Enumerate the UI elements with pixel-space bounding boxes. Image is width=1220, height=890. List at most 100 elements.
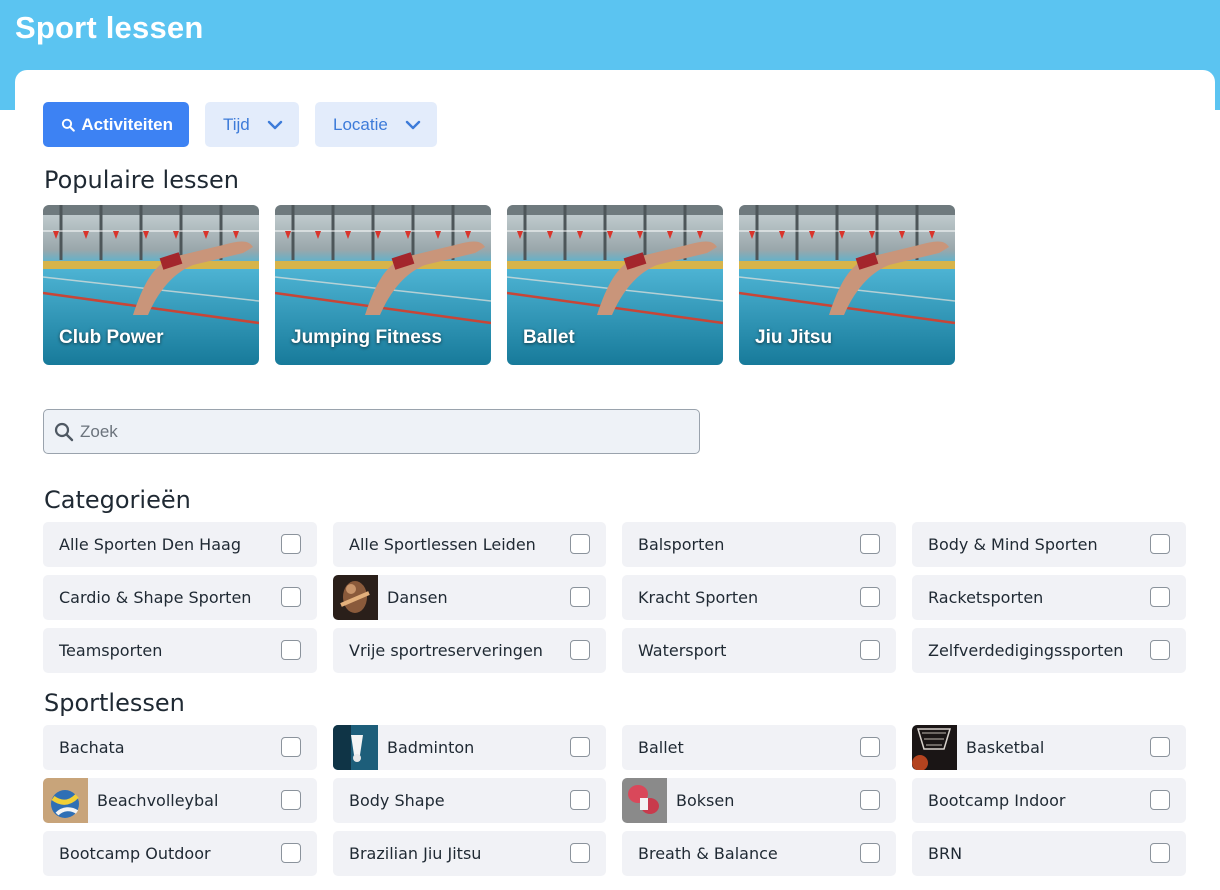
search-icon <box>61 118 75 132</box>
category-label: Alle Sportlessen Leiden <box>349 535 536 554</box>
category-label: Vrije sportreserveringen <box>349 641 543 660</box>
category-item[interactable]: Body & Mind Sporten <box>912 522 1186 567</box>
lesson-item[interactable]: Bootcamp Indoor <box>912 778 1186 823</box>
category-checkbox[interactable] <box>860 587 880 607</box>
category-checkbox[interactable] <box>1150 587 1170 607</box>
lesson-checkbox[interactable] <box>860 790 880 810</box>
lesson-checkbox[interactable] <box>1150 843 1170 863</box>
categories-section-title: Categorieën <box>44 486 191 514</box>
category-item[interactable]: Racketsporten <box>912 575 1186 620</box>
lesson-label: Bootcamp Outdoor <box>59 844 211 863</box>
category-item[interactable]: Kracht Sporten <box>622 575 896 620</box>
category-label: Body & Mind Sporten <box>928 535 1098 554</box>
category-item[interactable]: Alle Sportlessen Leiden <box>333 522 606 567</box>
category-item[interactable]: Zelfverdedigingssporten <box>912 628 1186 673</box>
category-checkbox[interactable] <box>1150 640 1170 660</box>
category-checkbox[interactable] <box>1150 534 1170 554</box>
category-item[interactable]: Teamsporten <box>43 628 317 673</box>
activities-button[interactable]: Activiteiten <box>43 102 189 147</box>
lesson-checkbox[interactable] <box>570 843 590 863</box>
category-item[interactable]: Alle Sporten Den Haag <box>43 522 317 567</box>
category-checkbox[interactable] <box>281 534 301 554</box>
location-dropdown-label: Locatie <box>333 114 388 134</box>
popular-section-title: Populaire lessen <box>44 166 239 194</box>
category-checkbox[interactable] <box>860 640 880 660</box>
lesson-checkbox[interactable] <box>1150 790 1170 810</box>
boxing-glove-photo <box>622 778 667 823</box>
category-label: Alle Sporten Den Haag <box>59 535 241 554</box>
chevron-down-icon <box>405 120 421 129</box>
category-item[interactable]: Watersport <box>622 628 896 673</box>
time-dropdown-label: Tijd <box>223 114 250 134</box>
category-label: Cardio & Shape Sporten <box>59 588 252 607</box>
dance-photo <box>333 575 378 620</box>
filter-bar: Activiteiten Tijd Locatie <box>43 102 437 147</box>
lesson-item[interactable]: Brazilian Jiu Jitsu <box>333 831 606 876</box>
lesson-checkbox[interactable] <box>570 790 590 810</box>
shuttlecock-photo <box>333 725 378 770</box>
location-dropdown[interactable]: Locatie <box>315 102 437 147</box>
categories-grid: Alle Sporten Den Haag Alle Sportlessen L… <box>43 522 1186 673</box>
popular-tile-label: Ballet <box>523 327 575 348</box>
search-input[interactable] <box>80 421 680 442</box>
popular-lessons: Club Power Jumping Fitness Ballet Jiu Ji… <box>43 205 955 365</box>
search-icon <box>54 422 74 441</box>
lesson-item[interactable]: Body Shape <box>333 778 606 823</box>
time-dropdown[interactable]: Tijd <box>205 102 299 147</box>
popular-tile[interactable]: Jumping Fitness <box>275 205 491 365</box>
lesson-checkbox[interactable] <box>1150 737 1170 757</box>
lesson-label: Breath & Balance <box>638 844 778 863</box>
category-item[interactable]: Vrije sportreserveringen <box>333 628 606 673</box>
search-field[interactable] <box>43 409 700 454</box>
popular-tile-label: Jumping Fitness <box>291 327 442 348</box>
activities-button-label: Activiteiten <box>81 114 173 134</box>
lesson-item[interactable]: Basketbal <box>912 725 1186 770</box>
basketball-photo <box>912 725 957 770</box>
lesson-item[interactable]: BRN <box>912 831 1186 876</box>
lesson-checkbox[interactable] <box>860 843 880 863</box>
lesson-checkbox[interactable] <box>281 737 301 757</box>
lessons-section-title: Sportlessen <box>44 689 185 717</box>
popular-tile[interactable]: Jiu Jitsu <box>739 205 955 365</box>
lesson-checkbox[interactable] <box>281 843 301 863</box>
lesson-checkbox[interactable] <box>281 790 301 810</box>
lesson-label: BRN <box>928 844 963 863</box>
lesson-label: Bachata <box>59 738 125 757</box>
lesson-item[interactable]: Ballet <box>622 725 896 770</box>
lesson-label: Beachvolleybal <box>97 791 219 810</box>
lesson-label: Basketbal <box>966 738 1045 757</box>
lesson-item[interactable]: Badminton <box>333 725 606 770</box>
lesson-item[interactable]: Breath & Balance <box>622 831 896 876</box>
lesson-item[interactable]: Bootcamp Outdoor <box>43 831 317 876</box>
lesson-checkbox[interactable] <box>860 737 880 757</box>
popular-tile-label: Jiu Jitsu <box>755 327 833 348</box>
popular-tile[interactable]: Ballet <box>507 205 723 365</box>
category-label: Balsporten <box>638 535 725 554</box>
category-label: Kracht Sporten <box>638 588 759 607</box>
lesson-label: Body Shape <box>349 791 445 810</box>
lesson-label: Ballet <box>638 738 684 757</box>
category-label: Watersport <box>638 641 727 660</box>
lesson-item[interactable]: Boksen <box>622 778 896 823</box>
popular-tile[interactable]: Club Power <box>43 205 259 365</box>
category-item[interactable]: Cardio & Shape Sporten <box>43 575 317 620</box>
category-label: Racketsporten <box>928 588 1044 607</box>
category-checkbox[interactable] <box>281 640 301 660</box>
category-label: Teamsporten <box>59 641 163 660</box>
lesson-label: Badminton <box>387 738 475 757</box>
lesson-item[interactable]: Beachvolleybal <box>43 778 317 823</box>
lesson-checkbox[interactable] <box>570 737 590 757</box>
category-checkbox[interactable] <box>570 587 590 607</box>
category-checkbox[interactable] <box>570 640 590 660</box>
chevron-down-icon <box>267 120 283 129</box>
category-checkbox[interactable] <box>570 534 590 554</box>
page-title: Sport lessen <box>15 10 204 45</box>
category-checkbox[interactable] <box>860 534 880 554</box>
lesson-label: Boksen <box>676 791 735 810</box>
category-item[interactable]: Balsporten <box>622 522 896 567</box>
lesson-item[interactable]: Bachata <box>43 725 317 770</box>
category-checkbox[interactable] <box>281 587 301 607</box>
lessons-grid: Bachata Badminton Ballet Basketbal Beach… <box>43 725 1186 876</box>
category-item[interactable]: Dansen <box>333 575 606 620</box>
lesson-label: Brazilian Jiu Jitsu <box>349 844 482 863</box>
